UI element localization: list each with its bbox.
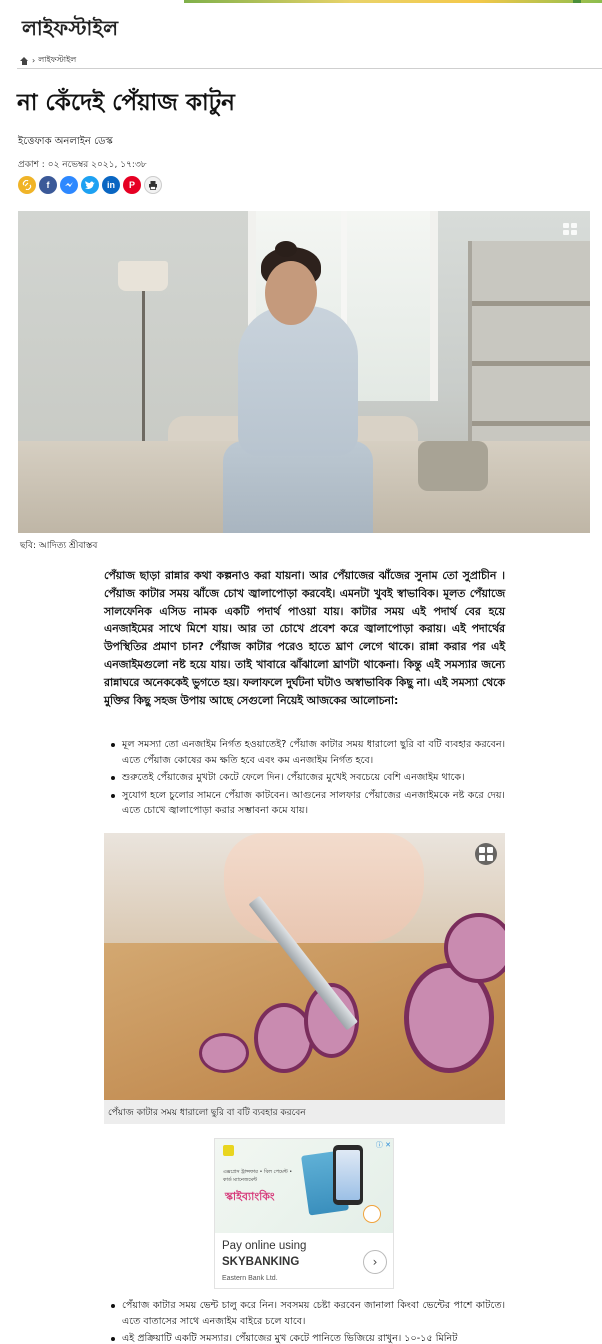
- hero-shelf: [468, 241, 590, 471]
- ad-small-text: এক্সপ্রেস ট্রান্সফার • বিল পেমেন্ট • কার…: [223, 1169, 293, 1183]
- hero-image[interactable]: [18, 211, 590, 533]
- tips-list-b: পেঁয়াজ কাটার সময় ভেন্ট চালু করে নিন। স…: [104, 1298, 505, 1344]
- messenger-icon[interactable]: [60, 176, 78, 194]
- section-title[interactable]: লাইফস্টাইল: [22, 14, 118, 47]
- hero-lamp: [118, 261, 168, 291]
- hand: [224, 833, 424, 943]
- gallery-icon[interactable]: [475, 843, 497, 865]
- ebl-logo-icon: [223, 1145, 234, 1156]
- article-headline: না কেঁদেই পেঁয়াজ কাটুন: [17, 90, 235, 116]
- print-icon[interactable]: [144, 176, 162, 194]
- list-item: পেঁয়াজ কাটার সময় ভেন্ট চালু করে নিন। স…: [104, 1298, 505, 1329]
- ad-bangla-title: স্কাইব্যাংকিং: [225, 1190, 275, 1203]
- published-date: প্রকাশ : ০২ নভেম্বর ২০২১, ১৭:৩৮: [18, 157, 147, 172]
- list-item: মূল সমস্যা তো এনজাইম নির্গত হওয়াতেই? পে…: [104, 737, 505, 768]
- list-item: শুরুতেই পেঁয়াজের মুখটা কেটে ফেলে দিন। প…: [104, 770, 505, 786]
- list-item: সুযোগ হলে চুলোর সামনে পেঁয়াজ কাটবেন। আগ…: [104, 788, 505, 819]
- published-date-value: ০২ নভেম্বর ২০২১,: [47, 160, 118, 170]
- ad-visual: এক্সপ্রেস ট্রান্সফার • বিল পেমেন্ট • কার…: [215, 1139, 393, 1233]
- hero-caption: ছবি: আদিত্য শ্রীবাস্তব: [20, 541, 98, 551]
- breadcrumb-separator: ›: [32, 56, 36, 65]
- published-time: ১৭:৩৮: [120, 160, 147, 170]
- pinterest-icon[interactable]: P: [123, 176, 141, 194]
- onion-image[interactable]: [104, 833, 505, 1100]
- ad-cta-line1: Pay online using: [222, 1240, 307, 1252]
- hero-lamp-pole: [142, 291, 145, 441]
- onion-slice: [199, 1033, 249, 1073]
- ad-choices-icon[interactable]: ⓘ ✕: [376, 1140, 391, 1150]
- hero-person-head: [265, 261, 317, 325]
- breadcrumb-divider: [17, 68, 602, 69]
- advertisement[interactable]: এক্সপ্রেস ট্রান্সফার • বিল পেমেন্ট • কার…: [214, 1138, 394, 1289]
- phone-icon: [333, 1145, 363, 1205]
- top-banner-strip[interactable]: [184, 0, 602, 3]
- facebook-icon[interactable]: f: [39, 176, 57, 194]
- linkedin-icon[interactable]: in: [102, 176, 120, 194]
- ad-cta[interactable]: Pay online using SKYBANKING: [222, 1238, 306, 1270]
- breadcrumb-current[interactable]: লাইফস্টাইল: [38, 54, 76, 67]
- ad-badge-icon: [363, 1205, 381, 1223]
- hero-pillow: [418, 441, 488, 491]
- list-item: এই প্রক্রিয়াটি একটি সমস্যার। পেঁয়াজের …: [104, 1331, 505, 1344]
- article-intro: পেঁয়াজ ছাড়া রান্নার কথা কল্পনাও করা যা…: [104, 569, 505, 707]
- ad-cta-line2: SKYBANKING: [222, 1256, 300, 1268]
- share-bar: f in P: [18, 176, 162, 194]
- chevron-right-icon[interactable]: ›: [363, 1250, 387, 1274]
- banner-tick: [573, 0, 581, 3]
- published-label: প্রকাশ :: [18, 160, 45, 170]
- breadcrumb: › লাইফস্টাইল: [20, 54, 76, 67]
- link-icon[interactable]: [18, 176, 36, 194]
- onion-caption: পেঁয়াজ কাটার সময় ধারালো ছুরি বা বটি ব্…: [104, 1100, 505, 1124]
- hero-person-body: [238, 306, 358, 456]
- twitter-icon[interactable]: [81, 176, 99, 194]
- onion-half: [444, 913, 505, 983]
- article-author: ইত্তেফাক অনলাইন ডেস্ক: [18, 136, 113, 147]
- hero-person-bun: [275, 241, 297, 257]
- gallery-icon[interactable]: [563, 223, 577, 235]
- tips-list-a: মূল সমস্যা তো এনজাইম নির্গত হওয়াতেই? পে…: [104, 737, 505, 821]
- ad-source: Eastern Bank Ltd.: [222, 1275, 278, 1282]
- home-icon[interactable]: [20, 56, 29, 65]
